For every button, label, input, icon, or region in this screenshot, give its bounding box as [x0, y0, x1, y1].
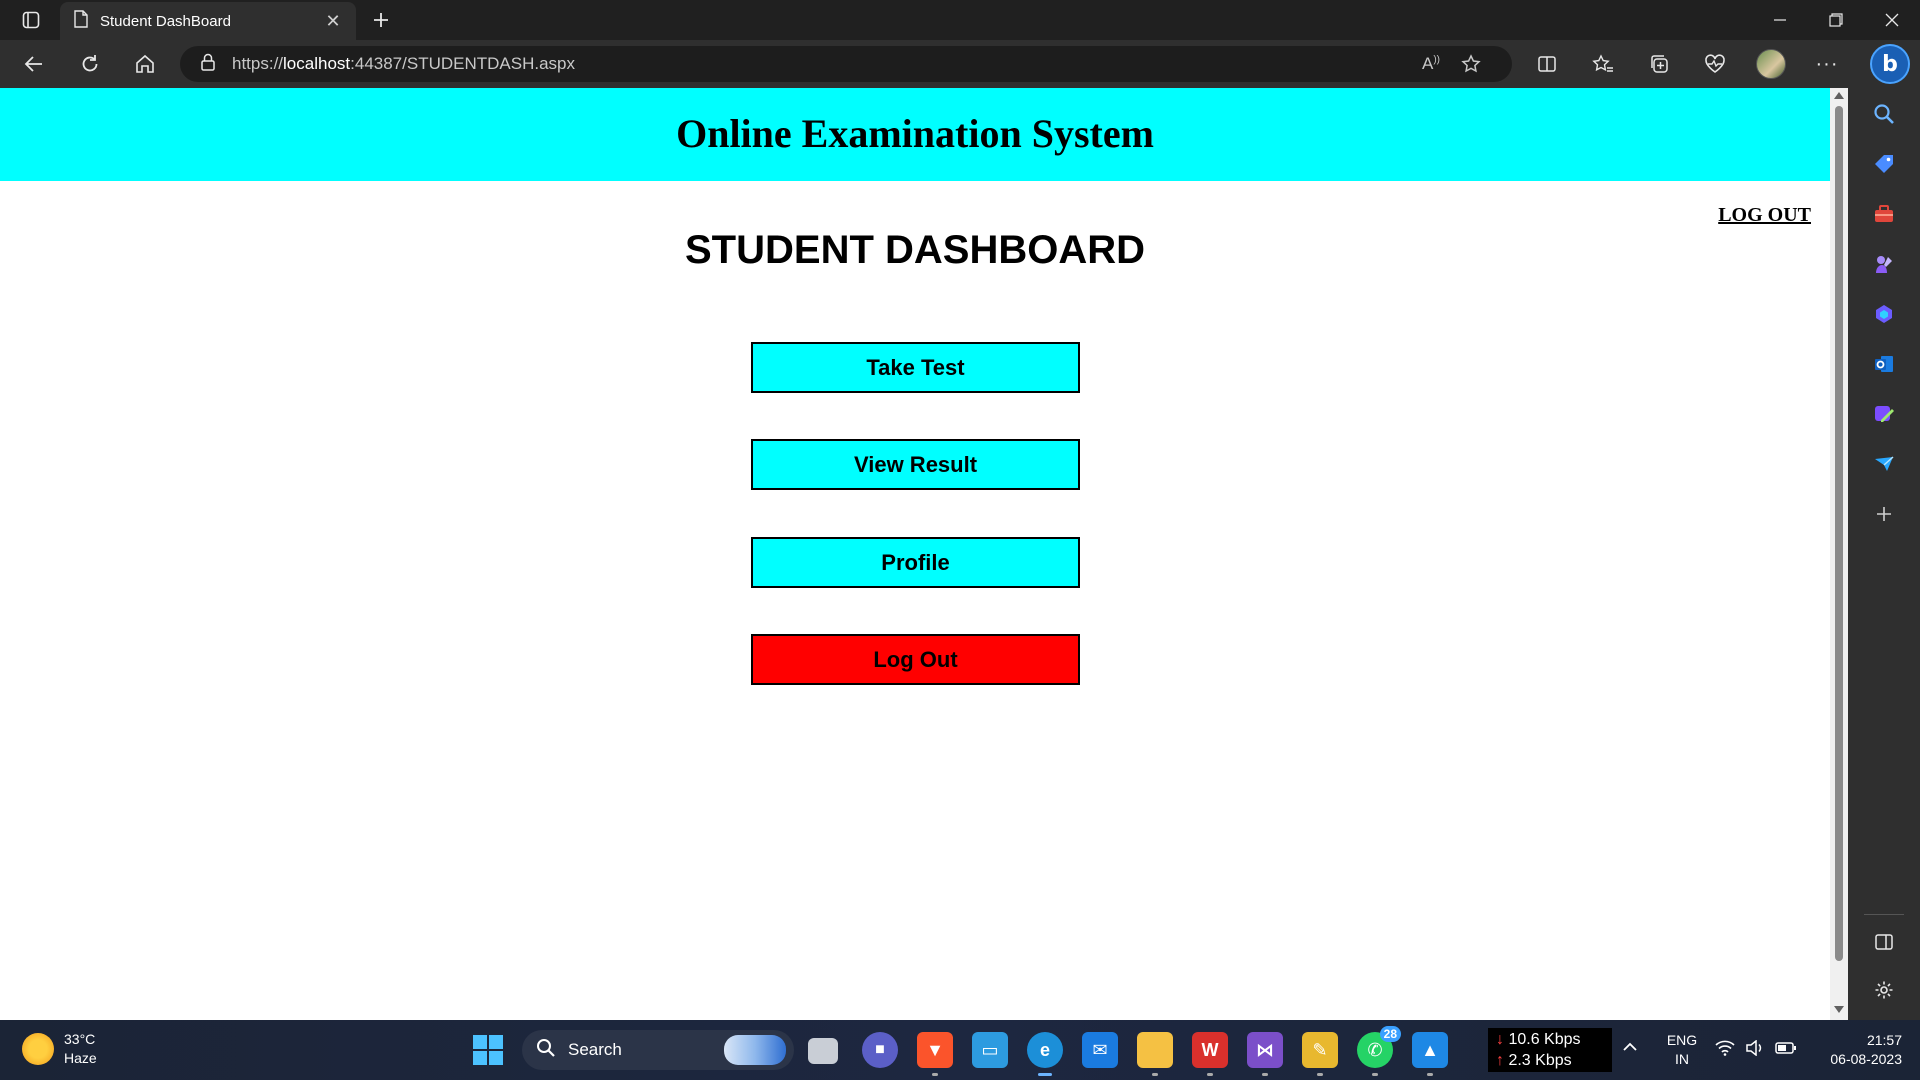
sticky-tools-icon[interactable]: ✎: [1302, 1032, 1338, 1076]
outlook-icon[interactable]: [1866, 346, 1902, 382]
clock[interactable]: 21:57 06-08-2023: [1812, 1031, 1902, 1069]
url-text: https://localhost:44387/STUDENTDASH.aspx: [232, 54, 576, 73]
net-upload: 2.3 Kbps: [1508, 1052, 1572, 1069]
sidebar-settings-gear-icon[interactable]: [1866, 972, 1902, 1008]
taskbar-search[interactable]: Search: [522, 1030, 794, 1070]
scroll-up-arrow-icon[interactable]: [1834, 92, 1844, 99]
page-viewport: Online Examination System LOG OUT STUDEN…: [0, 88, 1848, 1020]
show-hidden-icons-chevron-icon[interactable]: [1622, 1038, 1638, 1057]
start-windows-icon[interactable]: [473, 1035, 503, 1065]
search-icon[interactable]: [1866, 96, 1902, 132]
battery-icon[interactable]: [1775, 1041, 1797, 1060]
favorites-icon[interactable]: [1583, 46, 1623, 82]
remote-desktop-icon[interactable]: ▭: [972, 1032, 1008, 1068]
send-drop-icon[interactable]: [1866, 446, 1902, 482]
language-indicator[interactable]: ENG IN: [1664, 1031, 1700, 1069]
clock-time: 21:57: [1866, 1032, 1902, 1048]
browser-toolbar: https://localhost:44387/STUDENTDASH.aspx…: [0, 40, 1920, 88]
net-download: 10.6 Kbps: [1508, 1031, 1581, 1048]
weather-sun-icon: [22, 1033, 54, 1065]
wps-office-icon[interactable]: W: [1192, 1032, 1228, 1076]
toolbar-actions: ···: [1527, 46, 1847, 82]
log-out-button[interactable]: Log Out: [751, 634, 1080, 685]
task-view-icon[interactable]: [808, 1038, 838, 1064]
page-icon: [74, 9, 88, 33]
refresh-icon[interactable]: [72, 48, 108, 80]
designer-icon[interactable]: [1866, 396, 1902, 432]
file-explorer-icon[interactable]: [1137, 1032, 1173, 1076]
add-sidebar-app-icon[interactable]: [1866, 496, 1902, 532]
address-bar[interactable]: https://localhost:44387/STUDENTDASH.aspx: [180, 46, 1512, 82]
address-bar-actions: A)): [1411, 46, 1491, 82]
scrollbar-thumb[interactable]: [1835, 106, 1843, 961]
favorite-star-icon[interactable]: [1451, 46, 1491, 82]
browser-essentials-icon[interactable]: [1695, 46, 1735, 82]
network-speed-meter: ↓ 10.6 Kbps ↑ 2.3 Kbps: [1488, 1028, 1612, 1072]
collections-icon[interactable]: [1639, 46, 1679, 82]
profile-avatar[interactable]: [1751, 46, 1791, 82]
brave-browser-icon[interactable]: ▼: [917, 1032, 953, 1076]
logout-link[interactable]: LOG OUT: [1718, 204, 1811, 227]
tab-title: Student DashBoard: [100, 12, 231, 30]
profile-button[interactable]: Profile: [751, 537, 1080, 588]
search-label: Search: [568, 1040, 622, 1059]
back-icon[interactable]: [16, 48, 52, 80]
shopping-tag-icon[interactable]: [1866, 146, 1902, 182]
clock-date: 06-08-2023: [1830, 1051, 1902, 1067]
home-icon[interactable]: [127, 48, 163, 80]
tab-close-icon[interactable]: ✕: [320, 11, 346, 32]
window-controls: [1752, 0, 1920, 40]
search-highlight-icon: [724, 1035, 786, 1065]
read-aloud-icon[interactable]: A)): [1411, 46, 1451, 82]
teams-chat-icon[interactable]: ■: [862, 1032, 898, 1068]
take-test-button[interactable]: Take Test: [751, 342, 1080, 393]
whatsapp-icon[interactable]: ✆ 28: [1357, 1026, 1401, 1076]
wifi-icon[interactable]: [1715, 1040, 1735, 1061]
search-icon: [536, 1038, 556, 1063]
weather-desc: Haze: [64, 1050, 97, 1066]
tools-icon[interactable]: [1866, 196, 1902, 232]
vertical-scrollbar[interactable]: [1830, 88, 1848, 1020]
browser-tabbar: Student DashBoard ✕: [0, 0, 1920, 40]
edge-sidebar: [1848, 88, 1920, 1020]
region-code: IN: [1675, 1051, 1689, 1067]
restore-icon[interactable]: [1808, 0, 1864, 40]
close-window-icon[interactable]: [1864, 0, 1920, 40]
weather-widget[interactable]: 33°C Haze: [22, 1030, 97, 1068]
games-icon[interactable]: [1866, 246, 1902, 282]
site-title: Online Examination System: [676, 111, 1154, 156]
edge-browser-icon[interactable]: e: [1027, 1032, 1063, 1076]
weather-temp: 33°C: [64, 1031, 96, 1047]
whatsapp-badge: 28: [1379, 1026, 1401, 1042]
bing-copilot-icon[interactable]: b: [1870, 44, 1910, 84]
hide-sidebar-icon[interactable]: [1866, 924, 1902, 960]
copilot-icon[interactable]: [1866, 296, 1902, 332]
tab-actions-icon[interactable]: [14, 8, 48, 32]
windows-taskbar: 33°C Haze Search ■ ▼ ▭ e ✉ W ⋈ ✎ ✆ 28 ▲ …: [0, 1020, 1920, 1080]
lock-icon[interactable]: [200, 53, 216, 76]
sidebar-divider: [1864, 914, 1904, 915]
new-tab-icon[interactable]: [366, 6, 396, 34]
view-result-button[interactable]: View Result: [751, 439, 1080, 490]
split-screen-icon[interactable]: [1527, 46, 1567, 82]
visual-studio-icon[interactable]: ⋈: [1247, 1032, 1283, 1076]
mail-icon[interactable]: ✉: [1082, 1032, 1118, 1068]
minimize-icon[interactable]: [1752, 0, 1808, 40]
volume-icon[interactable]: [1745, 1039, 1765, 1061]
page-title: STUDENT DASHBOARD: [685, 228, 1145, 272]
browser-tab-active[interactable]: Student DashBoard ✕: [60, 2, 356, 40]
more-options-icon[interactable]: ···: [1807, 46, 1847, 82]
scroll-down-arrow-icon[interactable]: [1834, 1006, 1844, 1013]
site-header: Online Examination System: [0, 88, 1830, 181]
language-code: ENG: [1666, 1032, 1698, 1048]
photos-icon[interactable]: ▲: [1412, 1032, 1448, 1076]
